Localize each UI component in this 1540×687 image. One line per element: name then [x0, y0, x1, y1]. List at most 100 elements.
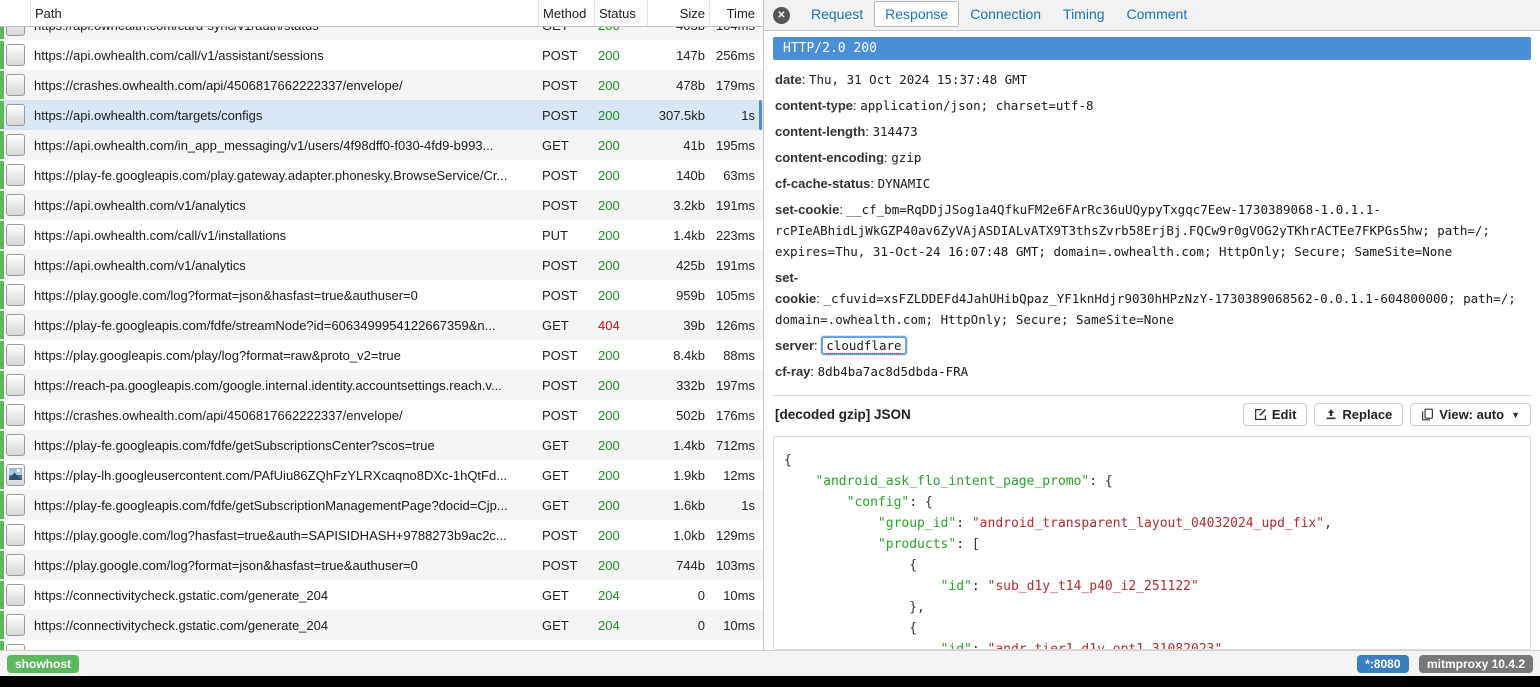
- flow-size: 1.6kb: [647, 498, 709, 513]
- flow-row[interactable]: https://play-fe.googleapis.com/fdfe/stre…: [0, 310, 763, 340]
- flow-size: 140b: [647, 168, 709, 183]
- flow-path: https://api.owhealth.com/v1/analytics: [30, 198, 538, 213]
- server-header-value[interactable]: cloudflare: [821, 336, 906, 355]
- flow-row[interactable]: https://api.owhealth.com/call/v1/assista…: [0, 40, 763, 70]
- flow-row[interactable]: https://play-fe.googleapis.com/play.gate…: [0, 160, 763, 190]
- response-header-row: content-encoding: gzip: [775, 147, 1531, 168]
- flow-time: 176ms: [709, 408, 763, 423]
- detail-tabbar: ✕ RequestResponseConnectionTimingComment: [764, 0, 1540, 31]
- tab-connection[interactable]: Connection: [959, 1, 1052, 27]
- response-headers: date: Thu, 31 Oct 2024 15:37:48 GMTconte…: [773, 69, 1531, 387]
- flow-path: https://connectivitycheck.gstatic.com/ge…: [30, 648, 538, 651]
- flow-list-panel: Path Method Status Size Time https://api…: [0, 0, 764, 650]
- flow-row[interactable]: https://play.google.com/log?format=json&…: [0, 280, 763, 310]
- flow-size: 403b: [647, 27, 709, 33]
- bottom-black-strip: [0, 676, 1540, 687]
- flow-size: 744b: [647, 558, 709, 573]
- tab-response[interactable]: Response: [874, 1, 959, 27]
- header-value: 314473: [873, 124, 918, 139]
- flow-row[interactable]: https://api.owhealth.com/card-sync/v1/au…: [0, 27, 763, 40]
- flow-row[interactable]: https://play-fe.googleapis.com/fdfe/getS…: [0, 490, 763, 520]
- flow-path: https://play.google.com/log?hasfast=true…: [30, 528, 538, 543]
- flow-size: 307.5kb: [647, 108, 709, 123]
- view-button[interactable]: View: auto▼: [1410, 403, 1531, 426]
- tab-request[interactable]: Request: [800, 1, 874, 27]
- flow-row[interactable]: https://play.google.com/log?hasfast=true…: [0, 520, 763, 550]
- header-value: __cf_bm=RqDDjJSog1a4QfkuFM2e6FArRc36uUQy…: [775, 202, 1490, 259]
- flow-method: GET: [538, 588, 594, 603]
- flow-row[interactable]: https://api.owhealth.com/v1/analyticsPOS…: [0, 190, 763, 220]
- flow-time: 104ms: [709, 27, 763, 33]
- document-icon: [6, 284, 25, 306]
- flow-row[interactable]: https://crashes.owhealth.com/api/4506817…: [0, 70, 763, 100]
- flow-row[interactable]: https://crashes.owhealth.com/api/4506817…: [0, 400, 763, 430]
- flow-row[interactable]: https://api.owhealth.com/call/v1/install…: [0, 220, 763, 250]
- flow-size: 39b: [647, 318, 709, 333]
- flow-method: POST: [538, 198, 594, 213]
- flow-row[interactable]: https://api.owhealth.com/v1/analyticsPOS…: [0, 250, 763, 280]
- document-icon: [6, 224, 25, 246]
- tab-timing[interactable]: Timing: [1052, 1, 1116, 27]
- flow-path: https://play.google.com/log?format=json&…: [30, 288, 538, 303]
- flow-size: 478b: [647, 78, 709, 93]
- flow-row[interactable]: https://connectivitycheck.gstatic.com/ge…: [0, 610, 763, 640]
- flow-status: 200: [594, 108, 647, 123]
- response-header-row: server: cloudflare: [775, 335, 1531, 356]
- flow-row[interactable]: https://play.googleapis.com/play/log?for…: [0, 340, 763, 370]
- flow-method: POST: [538, 558, 594, 573]
- flow-method: GET: [538, 498, 594, 513]
- flow-time: 1s: [709, 498, 763, 513]
- document-icon: [6, 134, 25, 156]
- flow-status: 200: [594, 288, 647, 303]
- flow-size: 1.0kb: [647, 528, 709, 543]
- flow-row[interactable]: https://play.google.com/log?format=json&…: [0, 550, 763, 580]
- response-body-meta: [decoded gzip] JSON EditReplaceView: aut…: [773, 395, 1531, 434]
- edit-icon: [1254, 408, 1267, 421]
- document-icon: [6, 254, 25, 276]
- document-icon: [6, 164, 25, 186]
- header-name: content-encoding: [775, 150, 884, 165]
- flow-list-scrollbar[interactable]: [759, 100, 762, 130]
- close-icon[interactable]: ✕: [773, 7, 790, 24]
- header-value: DYNAMIC: [878, 176, 931, 191]
- flow-method: GET: [538, 618, 594, 633]
- json-line: "android_ask_flo_intent_page_promo": {: [784, 471, 1520, 492]
- flow-time: 195ms: [709, 138, 763, 153]
- mitmweb-app: Path Method Status Size Time https://api…: [0, 0, 1540, 650]
- header-value: 8db4ba7ac8d5dbda-FRA: [818, 364, 969, 379]
- response-header-row: cf-cache-status: DYNAMIC: [775, 173, 1531, 194]
- flow-row[interactable]: https://play-fe.googleapis.com/fdfe/getS…: [0, 430, 763, 460]
- json-line: "products": [: [784, 534, 1520, 555]
- flow-path: https://crashes.owhealth.com/api/4506817…: [30, 408, 538, 423]
- column-header-path[interactable]: Path: [30, 0, 538, 26]
- document-icon: [6, 314, 25, 336]
- flow-path: https://play-fe.googleapis.com/play.gate…: [30, 168, 538, 183]
- flow-path: https://reach-pa.googleapis.com/google.i…: [30, 378, 538, 393]
- edit-button[interactable]: Edit: [1243, 403, 1308, 426]
- flow-path: https://play.google.com/log?format=json&…: [30, 558, 538, 573]
- json-line: "group_id": "android_transparent_layout_…: [784, 513, 1520, 534]
- header-name: set-: [775, 270, 798, 285]
- replace-button[interactable]: Replace: [1314, 403, 1403, 426]
- flow-row[interactable]: https://reach-pa.googleapis.com/google.i…: [0, 370, 763, 400]
- document-icon: [6, 584, 25, 606]
- flow-method: GET: [538, 648, 594, 651]
- response-header-row: cf-ray: 8db4ba7ac8d5dbda-FRA: [775, 361, 1531, 382]
- flow-row[interactable]: https://api.owhealth.com/targets/configs…: [0, 100, 763, 130]
- flow-size: 959b: [647, 288, 709, 303]
- flow-row[interactable]: https://connectivitycheck.gstatic.com/ge…: [0, 580, 763, 610]
- json-line: "config": {: [784, 492, 1520, 513]
- column-header-method[interactable]: Method: [538, 0, 594, 26]
- column-header-size[interactable]: Size: [647, 0, 709, 26]
- column-header-time[interactable]: Time: [709, 0, 763, 26]
- flow-row[interactable]: https://connectivitycheck.gstatic.com/ge…: [0, 640, 763, 650]
- flow-row[interactable]: https://api.owhealth.com/in_app_messagin…: [0, 130, 763, 160]
- document-icon: [6, 27, 25, 36]
- flow-size: 1.9kb: [647, 468, 709, 483]
- flow-row[interactable]: https://play-lh.googleusercontent.com/PA…: [0, 460, 763, 490]
- tab-comment[interactable]: Comment: [1116, 1, 1199, 27]
- column-header-status[interactable]: Status: [594, 0, 647, 26]
- json-line: "id": "andr_tier1_d1y_opt1_31082023": [784, 639, 1520, 650]
- flow-time: 10ms: [709, 588, 763, 603]
- header-name: cookie: [775, 291, 816, 306]
